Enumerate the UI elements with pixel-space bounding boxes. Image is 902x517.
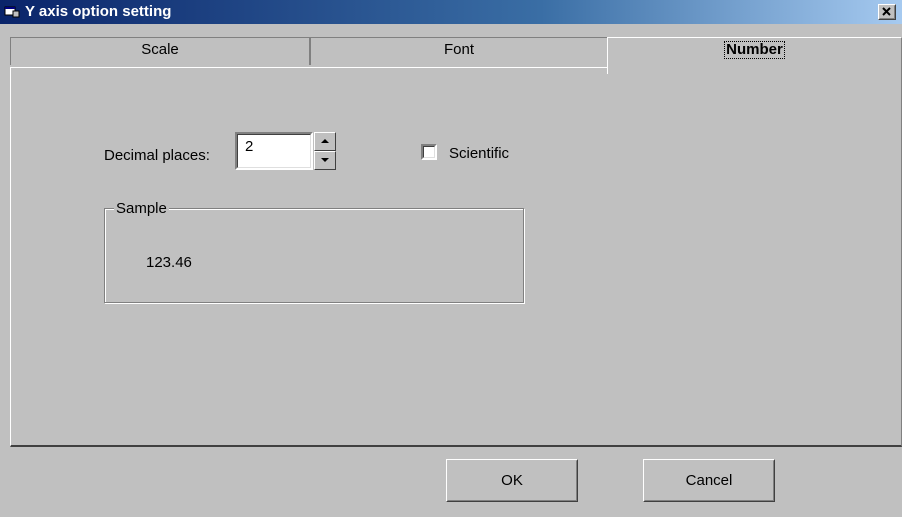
decimal-places-field[interactable] [235, 132, 313, 170]
ok-button[interactable]: OK [446, 459, 578, 502]
tab-font-label: Font [443, 41, 474, 58]
cancel-button[interactable]: Cancel [643, 459, 775, 502]
spin-down-button[interactable] [314, 151, 336, 170]
scientific-checkbox[interactable] [421, 144, 437, 160]
up-arrow-icon [321, 139, 329, 143]
close-icon [882, 7, 891, 16]
app-icon [4, 6, 20, 18]
decimal-places-input[interactable] [245, 138, 305, 155]
tab-strip: Scale Font Number [0, 24, 902, 74]
down-arrow-icon [321, 158, 329, 162]
tab-scale[interactable]: Scale [10, 37, 310, 65]
decimal-places-label: Decimal places: [104, 147, 210, 164]
sample-value: 123.46 [146, 254, 192, 271]
scientific-label[interactable]: Scientific [449, 145, 509, 162]
spin-up-button[interactable] [314, 132, 336, 151]
tab-number[interactable]: Number [607, 37, 902, 74]
close-button[interactable] [878, 4, 896, 20]
window-title: Y axis option setting [25, 3, 172, 20]
tab-scale-label: Scale [141, 41, 179, 58]
sample-group-title: Sample [114, 200, 169, 217]
tab-font[interactable]: Font [310, 37, 608, 65]
title-bar[interactable]: Y axis option setting [0, 0, 902, 24]
tab-number-label: Number [724, 41, 785, 59]
